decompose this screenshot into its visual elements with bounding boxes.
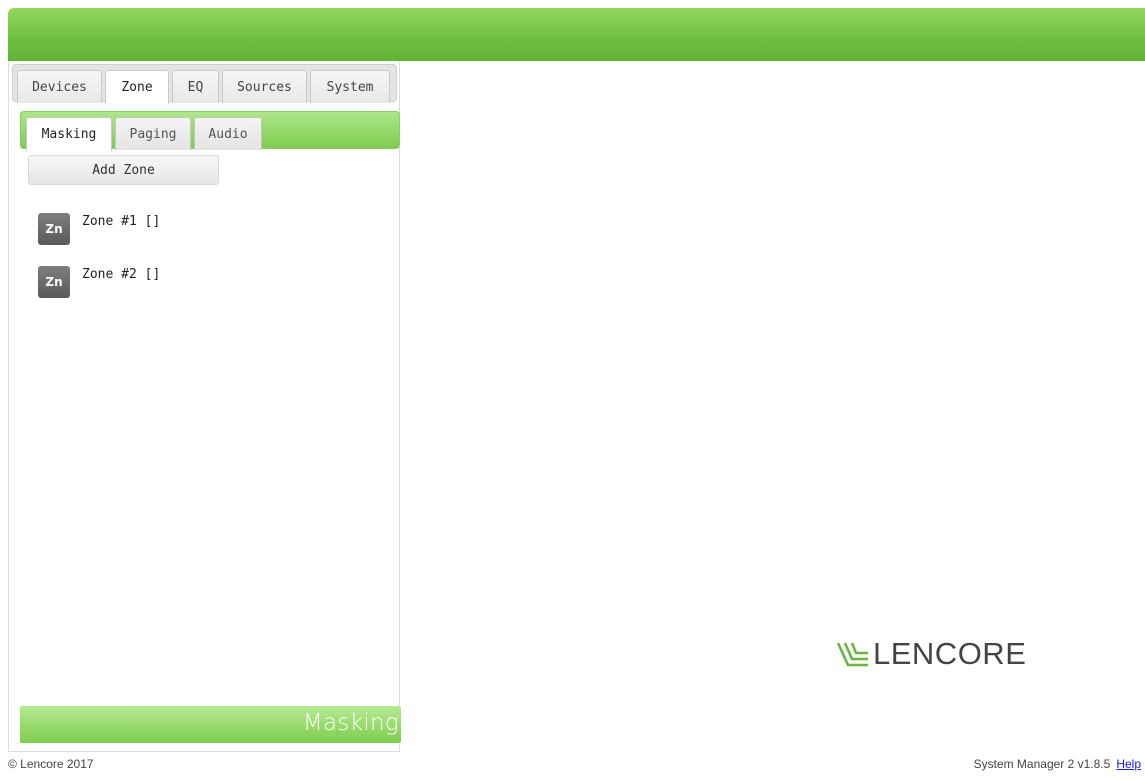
zone-label: Zone #2 [] — [82, 267, 161, 282]
zone-item[interactable]: Zn Zone #1 [] — [38, 210, 258, 246]
zone-label: Zone #1 [] — [82, 214, 161, 229]
main-tab-bar: Devices Zone EQ Sources System — [12, 64, 397, 104]
footer-version-area: System Manager 2 v1.8.5 Help — [974, 757, 1141, 771]
zone-item[interactable]: Zn Zone #2 [] — [38, 263, 258, 299]
help-link[interactable]: Help — [1116, 757, 1141, 771]
status-bar: Masking — [20, 706, 401, 743]
zone-icon: Zn — [38, 213, 70, 245]
version-text: System Manager 2 v1.8.5 — [973, 757, 1111, 771]
subtab-masking[interactable]: Masking — [26, 117, 112, 151]
left-panel: Devices Zone EQ Sources System Masking P… — [8, 61, 401, 752]
subtab-paging[interactable]: Paging — [115, 117, 191, 150]
lencore-logo: LENCORE — [836, 636, 1026, 672]
tab-system[interactable]: System — [310, 70, 390, 103]
status-label: Masking — [302, 710, 399, 736]
tab-sources[interactable]: Sources — [222, 70, 307, 103]
header-bar — [8, 8, 1145, 61]
add-zone-button[interactable]: Add Zone — [28, 155, 219, 185]
lencore-wave-icon — [836, 642, 868, 667]
logo-text: LENCORE — [873, 636, 1027, 671]
zone-icon: Zn — [38, 266, 70, 298]
tab-zone[interactable]: Zone — [105, 70, 169, 104]
copyright-text: © Lencore 2017 — [8, 757, 94, 771]
sub-tab-bar: Masking Paging Audio — [20, 111, 400, 151]
tab-eq[interactable]: EQ — [172, 70, 219, 103]
subtab-audio[interactable]: Audio — [194, 117, 262, 150]
tab-devices[interactable]: Devices — [17, 70, 102, 103]
